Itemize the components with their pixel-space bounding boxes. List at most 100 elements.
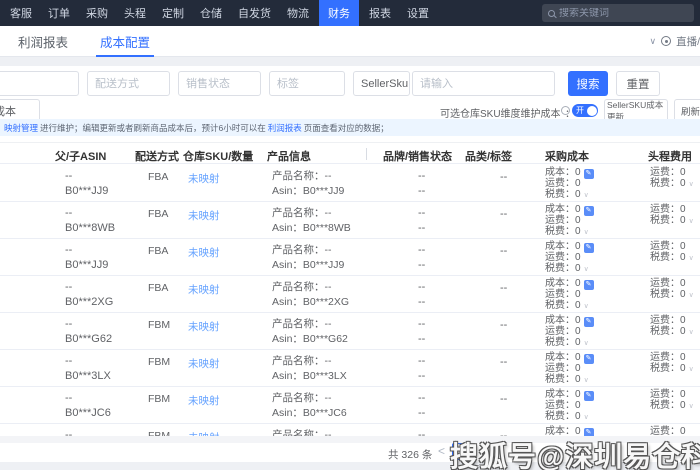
nav-item-9[interactable]: 财务 [319, 0, 359, 26]
head-fee-cell: 运费：0税费：0∨ [650, 204, 694, 226]
table-header: 父/子ASIN 配送方式 仓库SKU/数量 产品信息 品牌/销售状态 品类/标签 采购成本 头… [0, 142, 700, 164]
expand-caret-icon[interactable]: ∨ [584, 340, 589, 347]
nav-item-6[interactable]: 仓储 [194, 0, 228, 26]
tab-2[interactable]: 成本配置 [96, 26, 155, 57]
expand-caret-icon[interactable]: ∨ [689, 255, 694, 262]
edit-cost-icon[interactable]: ✎ [583, 317, 594, 327]
brand-status-cell: ---- [418, 429, 426, 436]
edit-cost-icon[interactable]: ✎ [583, 243, 594, 253]
table-row: -- B0***JC6 FBM 未映射 产品名称：-- Asin：B0***JC6 -- --… [0, 387, 700, 424]
expand-caret-icon[interactable]: ∨ [689, 292, 694, 299]
delivery-cell: FBM [148, 319, 171, 331]
unmapped-link[interactable]: 未映射 [188, 245, 220, 260]
tag-select[interactable] [269, 71, 345, 96]
category-cell: -- [500, 356, 508, 368]
table-row: -- B0***G62 FBM 未映射 产品名称：-- Asin：B0***G62 -- --… [0, 313, 700, 350]
nav-item-11[interactable]: 设置 [401, 0, 435, 26]
tab-1[interactable]: 利润报表 [18, 26, 68, 56]
nav-item-8[interactable]: 物流 [281, 0, 315, 26]
unmapped-link[interactable]: 未映射 [188, 356, 220, 371]
nav-item-7[interactable]: 自发货 [232, 0, 277, 26]
product-cell: 产品名称：-- Asin：B0***8WB [272, 207, 351, 234]
expand-caret-icon[interactable]: ∨ [584, 303, 589, 310]
table-row: -- B0***JJ9 FBA 未映射 产品名称：-- Asin：B0***JJ9 -- --… [0, 165, 700, 202]
category-cell: -- [500, 208, 508, 220]
search-button[interactable]: 搜索 [568, 71, 608, 96]
profit-report-link[interactable]: 利润报表 [268, 122, 302, 134]
column-header-3: 仓库SKU/数量 [183, 151, 254, 163]
nav-item-1[interactable]: 客服 [4, 0, 38, 26]
brand-status-cell: ---- [418, 318, 426, 345]
table-row: -- B0***8WB FBA 未映射 产品名称：-- Asin：B0***8WB -- --… [0, 202, 700, 239]
delivery-cell: FBA [148, 282, 169, 294]
mapping-manage-link[interactable]: 映射管理 [4, 122, 38, 134]
purchase-cost-cell: 成本：0✎运费：0税费：0∨ [545, 315, 594, 349]
delivery-cell: FBM [148, 356, 171, 368]
tab-bar: 利润报表 成本配置 ∨ 直播/ [0, 26, 700, 57]
asin-cell: -- B0***JJ9 [65, 244, 109, 271]
chevron-down-icon[interactable]: ∨ [649, 36, 656, 47]
purchase-cost-cell: 成本：0✎运费：0税费：0∨ [545, 352, 594, 386]
watermark-text: 搜狐号@深圳易仓科 [450, 441, 700, 470]
column-header-2: 配送方式 [135, 151, 179, 163]
global-search[interactable] [542, 4, 694, 22]
brand-status-cell: ---- [418, 207, 426, 234]
product-cell: 产品名称：-- Asin：B0***JJ9 [272, 244, 345, 271]
edit-cost-icon[interactable]: ✎ [583, 280, 594, 290]
expand-caret-icon[interactable]: ∨ [584, 192, 589, 199]
expand-caret-icon[interactable]: ∨ [689, 366, 694, 373]
asin-cell: -- B0***JC6 [65, 392, 111, 419]
unmapped-link[interactable]: 未映射 [188, 319, 220, 334]
purchase-cost-cell: 成本：0✎运费：0税费：0∨ [545, 167, 594, 201]
unmapped-link[interactable]: 未映射 [188, 282, 220, 297]
expand-caret-icon[interactable]: ∨ [689, 218, 694, 225]
warehouse-sku-switch[interactable]: 开 [572, 104, 598, 117]
expand-caret-icon[interactable]: ∨ [584, 229, 589, 236]
search-icon [548, 9, 555, 17]
expand-caret-icon[interactable]: ∨ [584, 377, 589, 384]
column-header-4: 产品信息 [267, 151, 311, 163]
top-navbar: 客服 订单 采购 头程 定制 仓储 自发货 物流 财务 报表 设置 [0, 0, 700, 26]
edit-cost-icon[interactable]: ✎ [583, 391, 594, 401]
edit-cost-icon[interactable]: ✎ [583, 354, 594, 364]
tabbar-tabs: 利润报表 成本配置 [0, 26, 700, 57]
notice-bar: 映射管理 进行维护；编辑更新或者刷新商品成本后，预计6小时可以在 利润报表 页面… [0, 119, 700, 136]
global-search-input[interactable] [559, 7, 688, 19]
purchase-cost-cell: 成本：0✎运费：0税费：0∨ [545, 204, 594, 238]
asin-cell: -- B0***JJ9 [65, 170, 109, 197]
sku-type-select[interactable]: SellerSku ∨ [353, 71, 417, 96]
nav-item-10[interactable]: 报表 [363, 0, 397, 26]
expand-caret-icon[interactable]: ∨ [689, 181, 694, 188]
brand-status-cell: ---- [418, 244, 426, 271]
live-label[interactable]: 直播/ [676, 34, 700, 49]
head-fee-cell: 运费：0税费：0∨ [650, 389, 694, 411]
sales-status-select[interactable] [178, 71, 261, 96]
unmapped-link[interactable]: 未映射 [188, 208, 220, 223]
brand-status-cell: ---- [418, 281, 426, 308]
expand-caret-icon[interactable]: ∨ [689, 329, 694, 336]
nav-item-2[interactable]: 订单 [42, 0, 76, 26]
purchase-cost-cell: 成本：0✎运费：0税费：0∨ [545, 241, 594, 275]
column-header-1: 父/子ASIN [55, 151, 107, 163]
expand-caret-icon[interactable]: ∨ [584, 414, 589, 421]
product-cell: 产品名称：-- Asin：B0***JC6 [272, 392, 347, 419]
prev-page-icon[interactable]: < [438, 444, 445, 458]
asin-cell: -- B0***8WB [65, 207, 116, 234]
reset-button[interactable]: 重置 [616, 71, 660, 96]
column-header-8: 头程费用 [648, 151, 692, 163]
expand-caret-icon[interactable]: ∨ [584, 266, 589, 273]
edit-cost-icon[interactable]: ✎ [583, 169, 594, 179]
column-header-5: 品牌/销售状态 [383, 151, 453, 163]
unmapped-link[interactable]: 未映射 [188, 393, 220, 408]
cut-filter-input[interactable] [0, 71, 79, 96]
nav-item-3[interactable]: 采购 [80, 0, 114, 26]
expand-caret-icon[interactable]: ∨ [689, 403, 694, 410]
keyword-input[interactable] [412, 71, 555, 96]
table-row: -- B0***3LX FBM 未映射 产品名称：-- Asin：B0***3LX -- --… [0, 350, 700, 387]
unmapped-link[interactable]: 未映射 [188, 171, 220, 186]
nav-item-5[interactable]: 定制 [156, 0, 190, 26]
nav-item-4[interactable]: 头程 [118, 0, 152, 26]
category-cell: -- [500, 171, 508, 183]
delivery-method-select[interactable] [87, 71, 170, 96]
edit-cost-icon[interactable]: ✎ [583, 206, 594, 216]
